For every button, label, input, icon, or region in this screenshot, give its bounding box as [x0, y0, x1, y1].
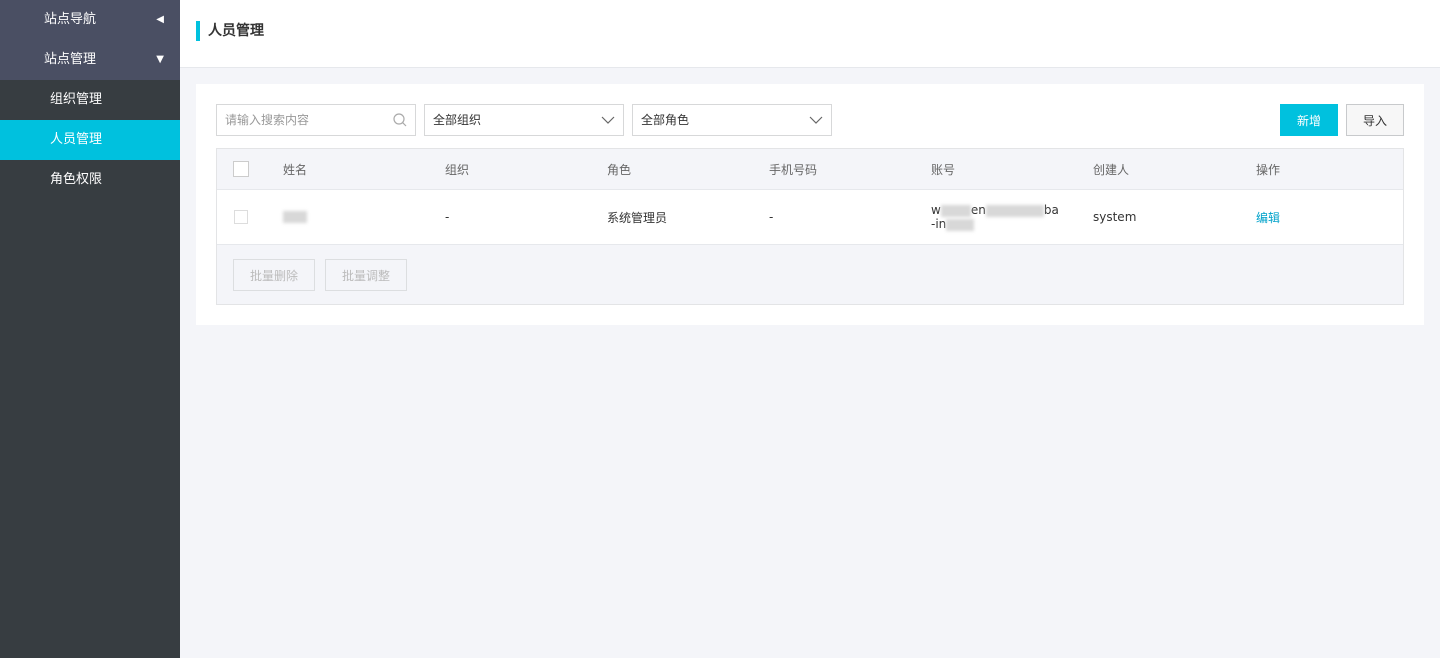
- select-all-cell: [233, 149, 249, 189]
- account-text: w: [931, 203, 941, 217]
- import-button[interactable]: 导入: [1346, 104, 1404, 136]
- search-box: [216, 104, 416, 136]
- redacted-name: [283, 211, 307, 223]
- column-header-account[interactable]: 账号: [931, 149, 955, 189]
- column-header-actions: 操作: [1256, 162, 1281, 177]
- table-row: - 系统管理员 - w en ba -in system 编辑: [217, 190, 1403, 245]
- search-input[interactable]: [217, 105, 387, 135]
- redacted-account: [940, 204, 971, 217]
- column-header-name[interactable]: 姓名: [283, 149, 307, 189]
- add-button[interactable]: 新增: [1280, 104, 1338, 136]
- column-header-org[interactable]: 组织: [445, 149, 469, 189]
- chevron-left-icon: ◀: [156, 14, 164, 25]
- column-header-creator[interactable]: 创建人: [1093, 149, 1129, 189]
- cell-org: -: [445, 210, 450, 224]
- chevron-down-icon: ▼: [156, 54, 164, 65]
- content-card: 全部组织 全部角色 新增 导入 姓名 组织 角色 手机号码 账号 创建人 操作: [196, 84, 1424, 325]
- account-text: en: [970, 203, 986, 217]
- redacted-account: [946, 218, 975, 231]
- column-header-phone[interactable]: 手机号码: [769, 149, 817, 189]
- org-select[interactable]: 全部组织: [424, 104, 624, 136]
- org-select-value: 全部组织: [433, 113, 482, 127]
- title-accent-bar: [196, 21, 200, 41]
- role-select-value: 全部角色: [641, 113, 690, 127]
- select-all-checkbox[interactable]: [233, 161, 249, 177]
- column-header-role[interactable]: 角色: [607, 149, 631, 189]
- sidebar-item-org[interactable]: 组织管理: [0, 80, 180, 120]
- edit-link[interactable]: 编辑: [1256, 209, 1280, 226]
- sidebar-item-roles[interactable]: 角色权限: [0, 160, 180, 200]
- page-title: 人员管理: [208, 23, 264, 39]
- sidebar-group-site-manage[interactable]: 站点管理 ▼: [0, 40, 180, 80]
- account-text: -in: [931, 217, 947, 231]
- cell-actions: 编辑: [1256, 190, 1280, 244]
- role-select[interactable]: 全部角色: [632, 104, 832, 136]
- account-text: ba: [1043, 203, 1059, 217]
- sidebar-group-site-nav[interactable]: 站点导航 ◀: [0, 0, 180, 40]
- cell-creator: system: [1093, 210, 1137, 224]
- batch-delete-button[interactable]: 批量删除: [233, 259, 315, 291]
- staff-table: 姓名 组织 角色 手机号码 账号 创建人 操作 - 系统管理员 - w en ba: [216, 148, 1404, 305]
- chevron-down-icon: [601, 116, 615, 124]
- cell-role: 系统管理员: [607, 210, 668, 225]
- row-checkbox[interactable]: [234, 210, 248, 224]
- sidebar-item-staff[interactable]: 人员管理: [0, 120, 180, 160]
- chevron-down-icon: [809, 116, 823, 124]
- cell-phone: -: [769, 210, 774, 224]
- sidebar: 站点导航 ◀ 站点管理 ▼ 组织管理 人员管理 角色权限: [0, 0, 180, 658]
- table-header: 姓名 组织 角色 手机号码 账号 创建人 操作: [217, 149, 1403, 190]
- redacted-account: [985, 204, 1044, 217]
- sidebar-group-label: 站点导航: [44, 12, 97, 27]
- search-icon[interactable]: [393, 113, 407, 127]
- cell-account: w en ba -in: [931, 190, 1059, 244]
- table-footer: 批量删除 批量调整: [217, 246, 1403, 304]
- row-select-cell: [234, 190, 248, 244]
- page-header: 人员管理: [180, 0, 1440, 68]
- sidebar-group-label: 站点管理: [44, 52, 97, 67]
- cell-name: [283, 190, 307, 244]
- batch-adjust-button[interactable]: 批量调整: [325, 259, 407, 291]
